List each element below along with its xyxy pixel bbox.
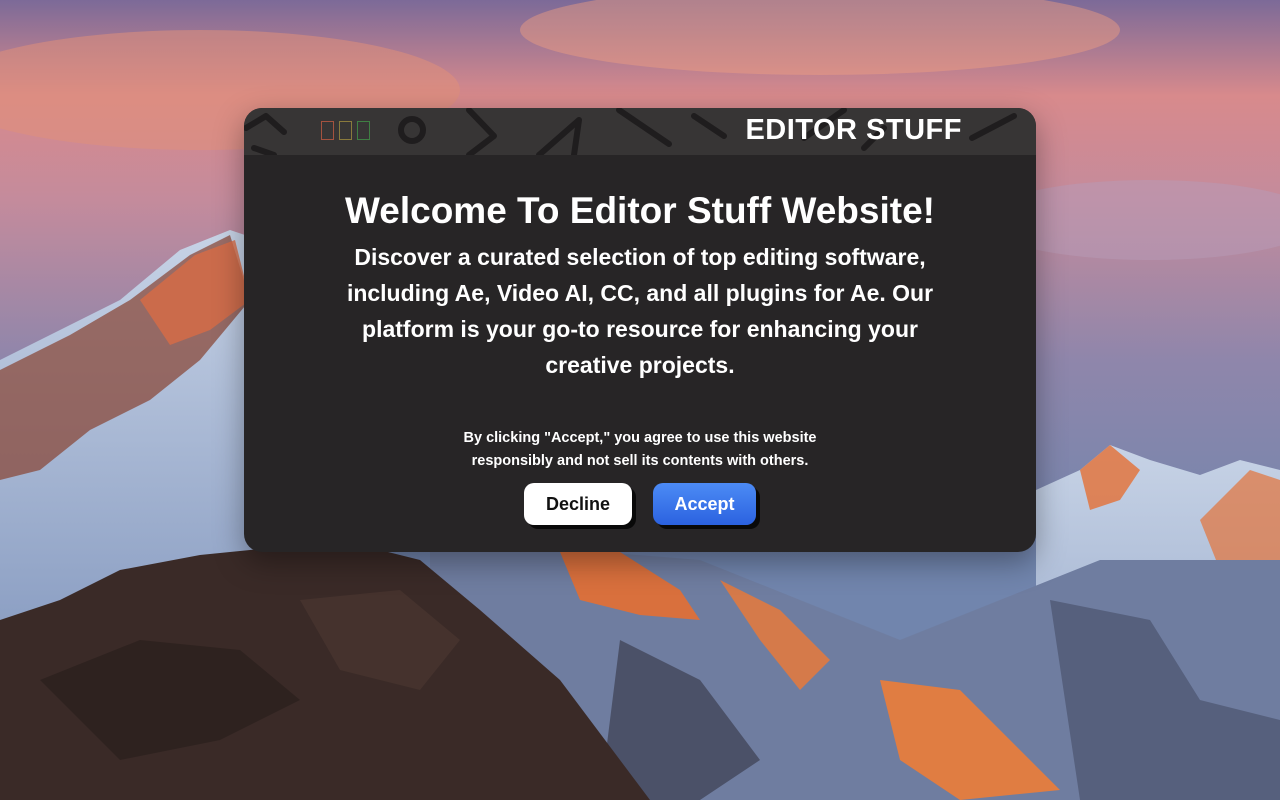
window-controls [321,121,370,140]
welcome-description: Discover a curated selection of top edit… [346,244,934,378]
consent-notice: By clicking "Accept," you agree to use t… [463,430,817,469]
maximize-icon[interactable] [357,121,370,140]
window-titlebar[interactable]: EDITOR STUFF [244,108,1036,155]
accept-button[interactable]: Accept [653,483,756,525]
minimize-icon[interactable] [339,121,352,140]
brand-title: EDITOR STUFF [745,114,962,146]
welcome-dialog: EDITOR STUFF Welcome To Editor Stuff Web… [244,108,1036,552]
decline-button[interactable]: Decline [524,483,632,525]
action-buttons: Decline Accept [244,483,1036,525]
welcome-headline: Welcome To Editor Stuff Website! [345,190,935,231]
close-icon[interactable] [321,121,334,140]
dialog-content: Welcome To Editor Stuff Website! Discove… [244,189,1036,525]
desktop-background: EDITOR STUFF Welcome To Editor Stuff Web… [0,0,1280,800]
